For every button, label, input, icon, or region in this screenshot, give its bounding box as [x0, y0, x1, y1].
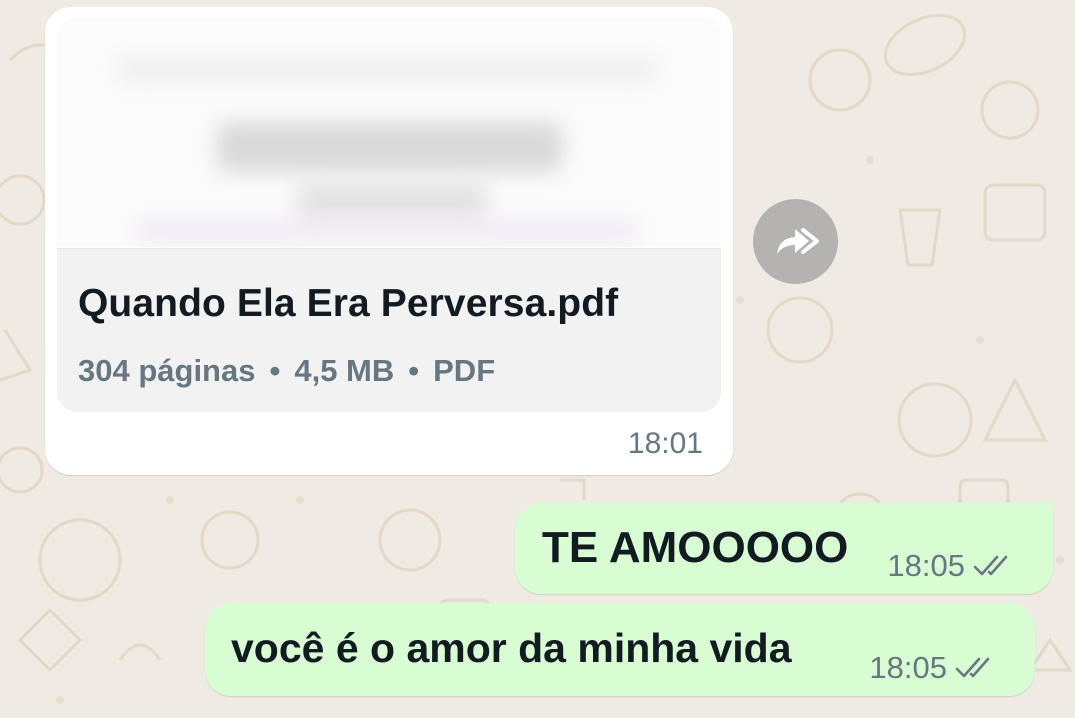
message-timestamp: 18:01	[627, 427, 703, 460]
forward-button[interactable]	[753, 199, 838, 284]
document-file-type: PDF	[433, 353, 496, 388]
double-check-icon	[955, 657, 990, 678]
forward-icon	[776, 227, 819, 254]
message-meta: 18:05	[869, 650, 995, 686]
message-text: você é o amor da minha vida	[231, 625, 792, 671]
meta-separator: •	[269, 353, 281, 388]
chat-background: Quando Ela Era Perversa.pdf 304 páginas …	[0, 0, 1075, 718]
document-message-bubble[interactable]: Quando Ela Era Perversa.pdf 304 páginas …	[45, 7, 733, 475]
outgoing-message-bubble[interactable]: TE AMOOOOO 18:05	[515, 503, 1053, 594]
document-page-count: 304 páginas	[78, 353, 256, 388]
document-info-panel[interactable]: Quando Ela Era Perversa.pdf 304 páginas …	[57, 248, 721, 412]
message-timestamp: 18:05	[887, 548, 965, 583]
message-timestamp: 18:05	[869, 650, 947, 685]
document-file-name: Quando Ela Era Perversa.pdf	[78, 282, 619, 325]
document-file-size: 4,5 MB	[294, 353, 395, 388]
double-check-icon	[973, 555, 1008, 576]
meta-separator: •	[408, 353, 420, 388]
document-metadata: 304 páginas • 4,5 MB • PDF	[78, 353, 495, 389]
document-preview-thumbnail[interactable]	[57, 17, 721, 247]
message-text: TE AMOOOOO	[542, 523, 849, 572]
outgoing-message-bubble[interactable]: você é o amor da minha vida 18:05	[205, 603, 1035, 696]
message-meta: 18:05	[887, 548, 1013, 584]
